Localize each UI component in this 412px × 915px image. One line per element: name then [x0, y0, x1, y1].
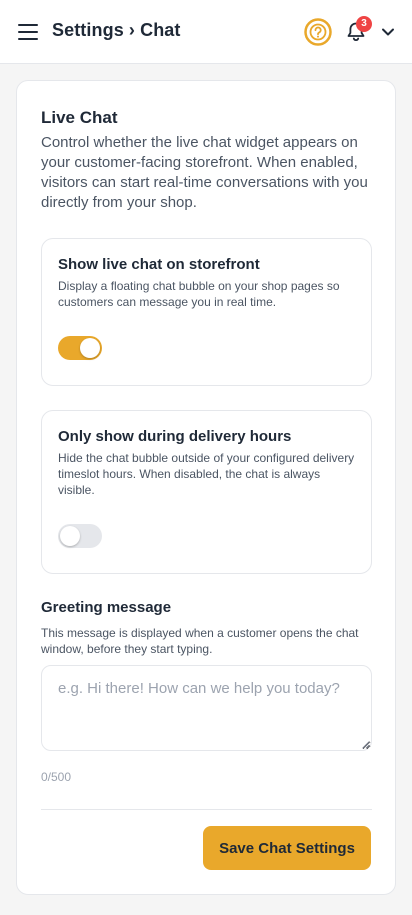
- character-counter: 0/500: [41, 770, 72, 784]
- help-icon[interactable]: [304, 18, 332, 46]
- divider: [41, 809, 372, 810]
- live-chat-card: Live Chat Control whether the live chat …: [16, 80, 396, 895]
- notification-badge: 3: [356, 16, 372, 32]
- option-description: Display a floating chat bubble on your s…: [58, 279, 340, 309]
- delivery-hours-option: Only show during delivery hours Hide the…: [41, 410, 372, 574]
- greeting-help-text: This message is displayed when a custome…: [41, 626, 359, 656]
- toggle-knob: [60, 526, 80, 546]
- storefront-chat-option: Show live chat on storefront Display a f…: [41, 238, 372, 386]
- save-chat-settings-button[interactable]: Save Chat Settings: [203, 826, 371, 870]
- greeting-message-input[interactable]: [41, 665, 372, 751]
- menu-icon[interactable]: [18, 24, 38, 40]
- option-title: Show live chat on storefront: [58, 256, 260, 273]
- top-bar: Settings › Chat 3: [0, 0, 412, 64]
- show-live-chat-toggle[interactable]: [58, 336, 102, 360]
- option-title: Only show during delivery hours: [58, 428, 292, 445]
- toggle-knob: [80, 338, 100, 358]
- delivery-hours-toggle[interactable]: [58, 524, 102, 548]
- resize-handle-icon[interactable]: [360, 739, 370, 749]
- section-title: Live Chat: [41, 108, 118, 127]
- breadcrumb: Settings › Chat: [52, 20, 181, 40]
- option-description: Hide the chat bubble outside of your con…: [58, 451, 355, 497]
- section-description: Control whether the live chat widget app…: [41, 134, 368, 211]
- chevron-down-icon[interactable]: [380, 24, 396, 40]
- greeting-label: Greeting message: [41, 599, 172, 616]
